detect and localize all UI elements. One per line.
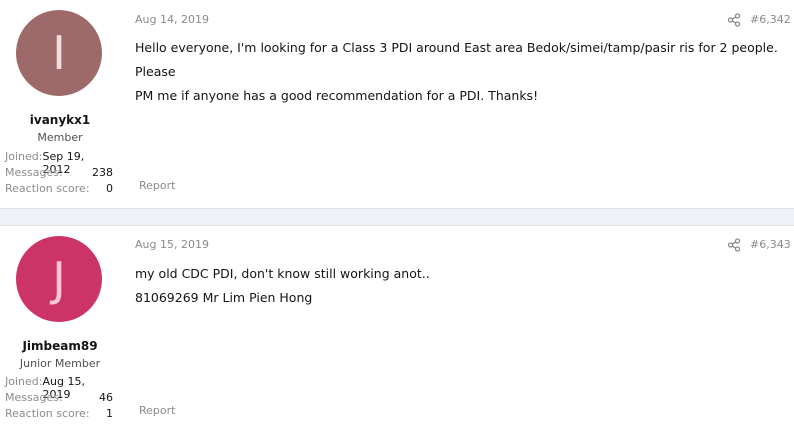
- user-info: I ivanykx1 Member Joined: Sep 19, 2012 M…: [0, 0, 120, 208]
- report-link[interactable]: Report: [139, 404, 175, 417]
- user-title: Member: [37, 131, 83, 144]
- share-icon[interactable]: [727, 13, 741, 27]
- post-content: my old CDC PDI, don't know still working…: [135, 262, 785, 310]
- post-6342: I ivanykx1 Member Joined: Sep 19, 2012 M…: [0, 0, 794, 208]
- content-line: Hello everyone, I'm looking for a Class …: [135, 40, 778, 79]
- username[interactable]: ivanykx1: [0, 113, 120, 127]
- stat-label: Reaction score:: [5, 182, 90, 195]
- stat-label: Messages:: [5, 166, 63, 179]
- share-icon[interactable]: [727, 238, 741, 252]
- stat-value: 238: [92, 166, 113, 179]
- content-line: PM me if anyone has a good recommendatio…: [135, 88, 539, 103]
- report-link[interactable]: Report: [139, 179, 175, 192]
- stat-reaction-score: Reaction score: 1: [5, 407, 113, 420]
- avatar[interactable]: I: [16, 10, 102, 96]
- user-title: Junior Member: [19, 357, 101, 370]
- stat-reaction-score: Reaction score: 0: [5, 182, 113, 195]
- stat-messages: Messages: 46: [5, 391, 113, 404]
- username[interactable]: Jimbeam89: [0, 339, 120, 353]
- post-date[interactable]: Aug 15, 2019: [135, 238, 209, 251]
- stat-value: 46: [99, 391, 113, 404]
- stat-label: Reaction score:: [5, 407, 90, 420]
- stat-label: Messages:: [5, 391, 63, 404]
- post-date[interactable]: Aug 14, 2019: [135, 13, 209, 26]
- post-separator: [0, 208, 794, 226]
- avatar[interactable]: J: [16, 236, 102, 322]
- post-6343: J Jimbeam89 Junior Member Joined: Aug 15…: [0, 226, 794, 430]
- post-number[interactable]: #6,343: [750, 238, 791, 251]
- user-info: J Jimbeam89 Junior Member Joined: Aug 15…: [0, 226, 120, 430]
- content-line: my old CDC PDI, don't know still working…: [135, 266, 430, 281]
- post-number[interactable]: #6,342: [750, 13, 791, 26]
- post-content: Hello everyone, I'm looking for a Class …: [135, 36, 785, 108]
- content-line: 81069269 Mr Lim Pien Hong: [135, 290, 313, 305]
- stat-value: 1: [106, 407, 113, 420]
- stat-value: 0: [106, 182, 113, 195]
- stat-messages: Messages: 238: [5, 166, 113, 179]
